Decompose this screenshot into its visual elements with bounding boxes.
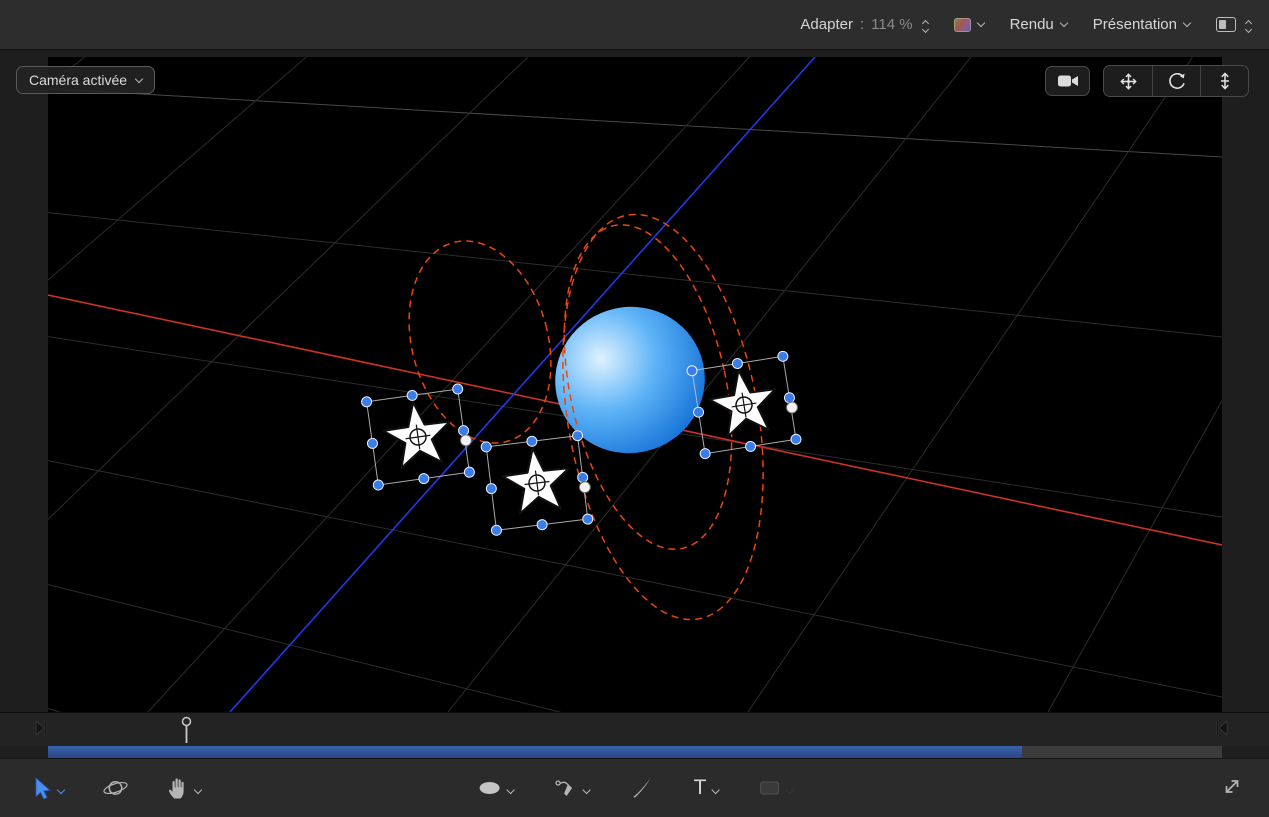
cursor-arrow-icon (32, 777, 52, 800)
selection-handle[interactable] (458, 425, 469, 436)
color-well[interactable] (954, 18, 984, 32)
dolly-3d-button[interactable] (1200, 66, 1248, 96)
bezier-tool[interactable] (554, 777, 578, 799)
chevron-down-icon (1183, 19, 1191, 27)
letter-T-icon: T (694, 777, 707, 800)
zoom-label: Adapter (800, 16, 853, 33)
chevron-down-icon (976, 19, 984, 27)
selection-handle[interactable] (464, 467, 475, 478)
pan-tool-menu-chevron[interactable] (194, 786, 202, 794)
orbit-3d-button[interactable] (1152, 66, 1200, 96)
star-object[interactable] (361, 383, 477, 490)
zoom-stepper[interactable] (923, 18, 928, 32)
rounded-rectangle-icon (758, 780, 780, 796)
menu-presentation-label: Présentation (1093, 16, 1177, 33)
canvas-area: Caméra activée (0, 50, 1269, 712)
selection-handle[interactable] (373, 479, 384, 490)
scene-camera-button[interactable] (1045, 66, 1090, 96)
left-tools (0, 776, 201, 800)
zoom-control[interactable]: Adapter : 114 % (800, 16, 927, 33)
star-object[interactable] (481, 430, 595, 536)
paint-stroke-tool[interactable] (630, 776, 654, 800)
in-point-marker[interactable] (34, 719, 47, 737)
chevron-down-icon (1060, 19, 1068, 27)
canvas-layout-icon (1216, 17, 1236, 32)
color-swatch-icon (954, 18, 971, 32)
hand-icon (167, 776, 189, 800)
pen-curve-icon (554, 777, 578, 799)
selection-handle[interactable] (790, 434, 801, 445)
layout-control[interactable] (1216, 17, 1251, 32)
rotation-handle[interactable] (460, 434, 472, 446)
menu-presentation[interactable]: Présentation (1093, 16, 1190, 33)
main-toolbar: Adapter : 114 % Rendu Présentation (0, 0, 1269, 50)
rotation-handle[interactable] (786, 401, 799, 414)
expand-canvas-button[interactable] (1221, 776, 1243, 801)
selection-handle[interactable] (452, 383, 463, 394)
camera-move-group (1103, 65, 1249, 97)
bezier-tool-menu-chevron[interactable] (582, 786, 590, 794)
pan-3d-button[interactable] (1104, 66, 1152, 96)
selection-handle[interactable] (361, 396, 372, 407)
selection-handle[interactable] (367, 438, 378, 449)
sphere-object[interactable] (536, 287, 724, 472)
selection-handle[interactable] (491, 525, 502, 536)
selection-handle[interactable] (537, 519, 548, 530)
filled-ellipse-icon (478, 780, 502, 796)
select-tool-menu-chevron[interactable] (57, 786, 65, 794)
selection-handle[interactable] (526, 436, 537, 447)
selection-handle[interactable] (486, 483, 497, 494)
brush-stroke-icon (630, 776, 654, 800)
selection-handle[interactable] (481, 441, 492, 452)
ellipse-tool-menu-chevron[interactable] (506, 786, 514, 794)
center-tools: T (478, 776, 793, 800)
selection-handle[interactable] (745, 441, 756, 452)
out-point-marker[interactable] (1216, 719, 1229, 737)
select-tool[interactable] (32, 777, 52, 800)
text-tool[interactable]: T (694, 777, 707, 800)
selection-handle[interactable] (732, 358, 743, 369)
orbit-sphere-icon (102, 777, 129, 799)
pan-tool[interactable] (167, 776, 189, 800)
camera-toggle-button[interactable]: Caméra activée (16, 66, 155, 94)
vertical-arrows-icon (1215, 71, 1235, 91)
menu-rendu[interactable]: Rendu (1010, 16, 1067, 33)
chevron-down-icon (922, 25, 929, 32)
timeline-ruler[interactable] (0, 713, 1269, 746)
text-tool-menu-chevron[interactable] (711, 786, 719, 794)
rectangle-tool[interactable] (758, 780, 780, 796)
tools-toolbar: T (0, 758, 1269, 817)
transform-3d-tool[interactable] (102, 777, 129, 799)
chevron-down-icon (1245, 25, 1252, 32)
menu-rendu-label: Rendu (1010, 16, 1054, 33)
playhead[interactable] (180, 716, 193, 745)
view-tools (1045, 65, 1249, 97)
layout-stepper[interactable] (1246, 18, 1251, 32)
selection-handle[interactable] (699, 448, 710, 459)
timeline (0, 712, 1269, 758)
scene-3d[interactable] (48, 57, 1222, 712)
canvas-viewport[interactable] (48, 57, 1222, 712)
chevron-down-icon (135, 74, 143, 82)
diagonal-resize-arrows-icon (1221, 776, 1243, 798)
zoom-separator: : (860, 16, 864, 33)
camera-toggle-label: Caméra activée (29, 72, 127, 88)
zoom-value: 114 % (871, 16, 912, 33)
four-way-arrows-icon (1119, 72, 1138, 91)
ellipse-tool[interactable] (478, 780, 502, 796)
video-camera-icon (1057, 74, 1079, 88)
selection-handle[interactable] (418, 473, 429, 484)
rectangle-tool-menu-chevron[interactable] (785, 786, 793, 794)
circular-arrow-icon (1167, 71, 1187, 91)
selection-handle[interactable] (777, 351, 788, 362)
